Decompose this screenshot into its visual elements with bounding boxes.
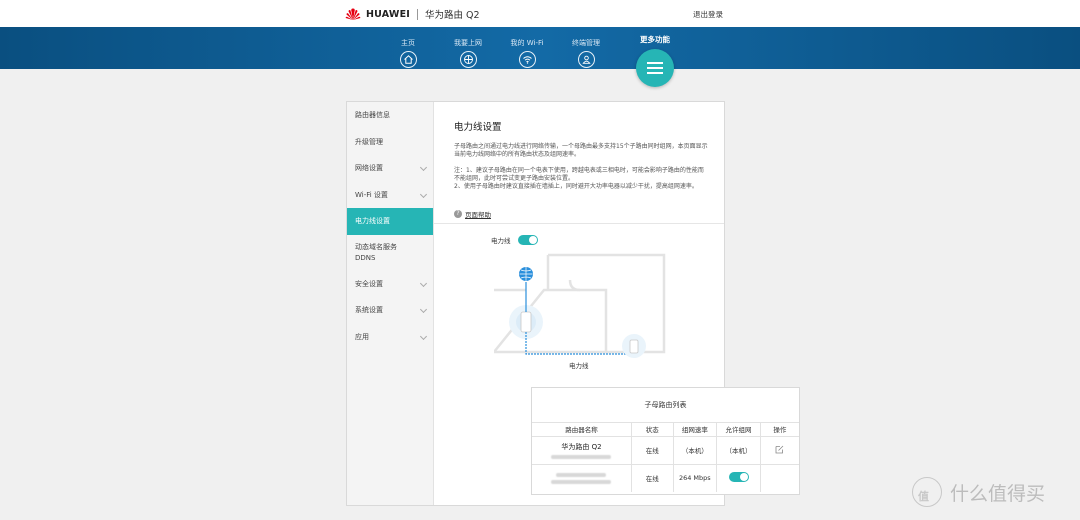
powerline-toggle[interactable] [518, 235, 538, 245]
help-icon: ? [454, 210, 462, 218]
sidebar-item-wifi[interactable]: Wi-Fi 设置 [347, 182, 433, 209]
nav-internet-label: 我要上网 [454, 39, 482, 47]
status-cell: 在线 [631, 464, 674, 492]
main-nav: 主页 我要上网 我的 Wi-Fi 终端管理 [0, 27, 1080, 69]
router-name-cell: 华为路由 Q2 [532, 436, 632, 465]
table-header-row: 路由器名称 状态 组网速率 允许组网 操作 [532, 423, 799, 437]
rate-cell: （本机） [673, 436, 718, 465]
menu-icon-line [647, 72, 663, 74]
chevron-down-icon [419, 306, 428, 314]
chevron-down-icon [419, 279, 428, 287]
brand: HUAWEI 华为路由 Q2 [344, 7, 480, 21]
rate-cell: 264 Mbps [673, 464, 718, 492]
router-list-title: 子母路由列表 [532, 388, 799, 423]
menu-icon [647, 62, 663, 64]
action-cell [760, 436, 799, 465]
page-title: 电力线设置 [454, 122, 502, 133]
router-list-table: 路由器名称 状态 组网速率 允许组网 操作 华为路由 Q2 在线 （本机） （本… [532, 423, 799, 492]
allow-network-toggle[interactable] [728, 472, 749, 483]
divider [434, 223, 724, 224]
router-model: 华为路由 Q2 [425, 10, 480, 21]
home-icon [399, 51, 417, 68]
top-bar: HUAWEI 华为路由 Q2 退出登录 [0, 0, 1080, 27]
redacted-name [556, 472, 607, 477]
nav-internet[interactable]: 我要上网 [438, 27, 498, 68]
more-features-button[interactable] [636, 49, 674, 87]
page-help-link[interactable]: ? 页面帮助 [454, 209, 491, 219]
watermark-symbol: 值 [918, 490, 929, 503]
menu-icon-line [647, 67, 663, 69]
sidebar-item-label: 网络设置 [355, 164, 383, 173]
powerline-floorplan-diagram [494, 253, 666, 358]
nav-devices-label: 终端管理 [572, 39, 600, 47]
edit-icon[interactable] [775, 445, 784, 454]
column-header: 状态 [631, 423, 674, 437]
router-list-card: 子母路由列表 路由器名称 状态 组网速率 允许组网 操作 华为路由 Q2 在线 … [531, 387, 800, 495]
sidebar-item-powerline[interactable]: 电力线设置 [347, 208, 433, 235]
sidebar-item-label: 动态域名服务 DDNS [355, 242, 397, 262]
note-2: 2、使用子母路由时建议直接插在墙插上，同时避开大功率电器以减少干扰，提高组网速率… [454, 183, 698, 190]
action-cell [760, 464, 799, 492]
watermark-logo: 值 [912, 477, 942, 507]
page-notes: 注：1、建议子母路由在同一个电表下使用，跨越电表或三相电时，可能会影响子路由的性… [454, 167, 709, 191]
column-header: 组网速率 [673, 423, 718, 437]
sidebar: 路由器信息 升级管理 网络设置 Wi-Fi 设置 电力线设置 动态域名服务 DD… [347, 102, 434, 505]
settings-panel: 路由器信息 升级管理 网络设置 Wi-Fi 设置 电力线设置 动态域名服务 DD… [346, 101, 800, 506]
watermark-text: 什么值得买 [950, 482, 1046, 505]
sidebar-item-router-info[interactable]: 路由器信息 [347, 102, 433, 129]
column-header: 允许组网 [716, 423, 761, 437]
sidebar-item-upgrade[interactable]: 升级管理 [347, 129, 433, 156]
huawei-logo-icon [345, 8, 361, 20]
wifi-icon [518, 51, 536, 68]
logout-link[interactable]: 退出登录 [693, 9, 723, 20]
redacted-mac [551, 454, 612, 459]
router-name: 华为路由 Q2 [561, 442, 602, 451]
nav-home[interactable]: 主页 [378, 27, 438, 68]
help-label: 页面帮助 [465, 211, 491, 219]
sidebar-item-label: Wi-Fi 设置 [355, 190, 388, 199]
chevron-down-icon [419, 190, 428, 198]
sidebar-item-label: 升级管理 [355, 137, 383, 146]
note-1: 注：1、建议子母路由在同一个电表下使用，跨越电表或三相电时，可能会影响子路由的性… [454, 167, 704, 182]
page-description: 子母路由之间通过电力线进行网络传输，一个母路由最多支持15个子路由同时组网，本页… [454, 143, 708, 158]
sidebar-item-label: 安全设置 [355, 279, 383, 288]
sidebar-item-label: 系统设置 [355, 306, 383, 315]
table-row: 在线 264 Mbps [532, 464, 799, 492]
allow-cell [716, 464, 761, 492]
brand-divider [417, 8, 419, 20]
diagram-caption: 电力线 [569, 362, 589, 370]
sidebar-item-system[interactable]: 系统设置 [347, 297, 433, 324]
sidebar-item-label: 电力线设置 [355, 217, 390, 226]
content-area: 电力线设置 子母路由之间通过电力线进行网络传输，一个母路由最多支持15个子路由同… [434, 102, 800, 505]
chevron-down-icon [419, 332, 428, 340]
redacted-mac [551, 479, 612, 484]
user-icon [577, 51, 595, 68]
column-header: 操作 [760, 423, 799, 437]
chevron-down-icon [419, 164, 428, 172]
globe-icon [459, 51, 477, 68]
table-row: 华为路由 Q2 在线 （本机） （本机） [532, 436, 799, 465]
nav-devices[interactable]: 终端管理 [556, 27, 616, 68]
sidebar-item-ddns[interactable]: 动态域名服务 DDNS [347, 235, 433, 271]
nav-wifi[interactable]: 我的 Wi-Fi [497, 27, 557, 68]
sidebar-item-label: 应用 [355, 332, 369, 341]
router-name-cell [532, 464, 632, 492]
status-cell: 在线 [631, 436, 674, 465]
allow-cell: （本机） [716, 436, 761, 465]
powerline-toggle-label: 电力线 [491, 237, 511, 245]
sidebar-item-security[interactable]: 安全设置 [347, 271, 433, 298]
sidebar-item-label: 路由器信息 [355, 111, 390, 120]
watermark: 值 什么值得买 [912, 477, 1045, 507]
column-header: 路由器名称 [532, 423, 632, 437]
nav-wifi-label: 我的 Wi-Fi [510, 39, 544, 47]
sidebar-item-network[interactable]: 网络设置 [347, 155, 433, 182]
brand-name: HUAWEI [366, 8, 411, 20]
more-features-label: 更多功能 [640, 35, 670, 44]
nav-home-label: 主页 [401, 39, 415, 47]
sidebar-item-apps[interactable]: 应用 [347, 324, 433, 351]
